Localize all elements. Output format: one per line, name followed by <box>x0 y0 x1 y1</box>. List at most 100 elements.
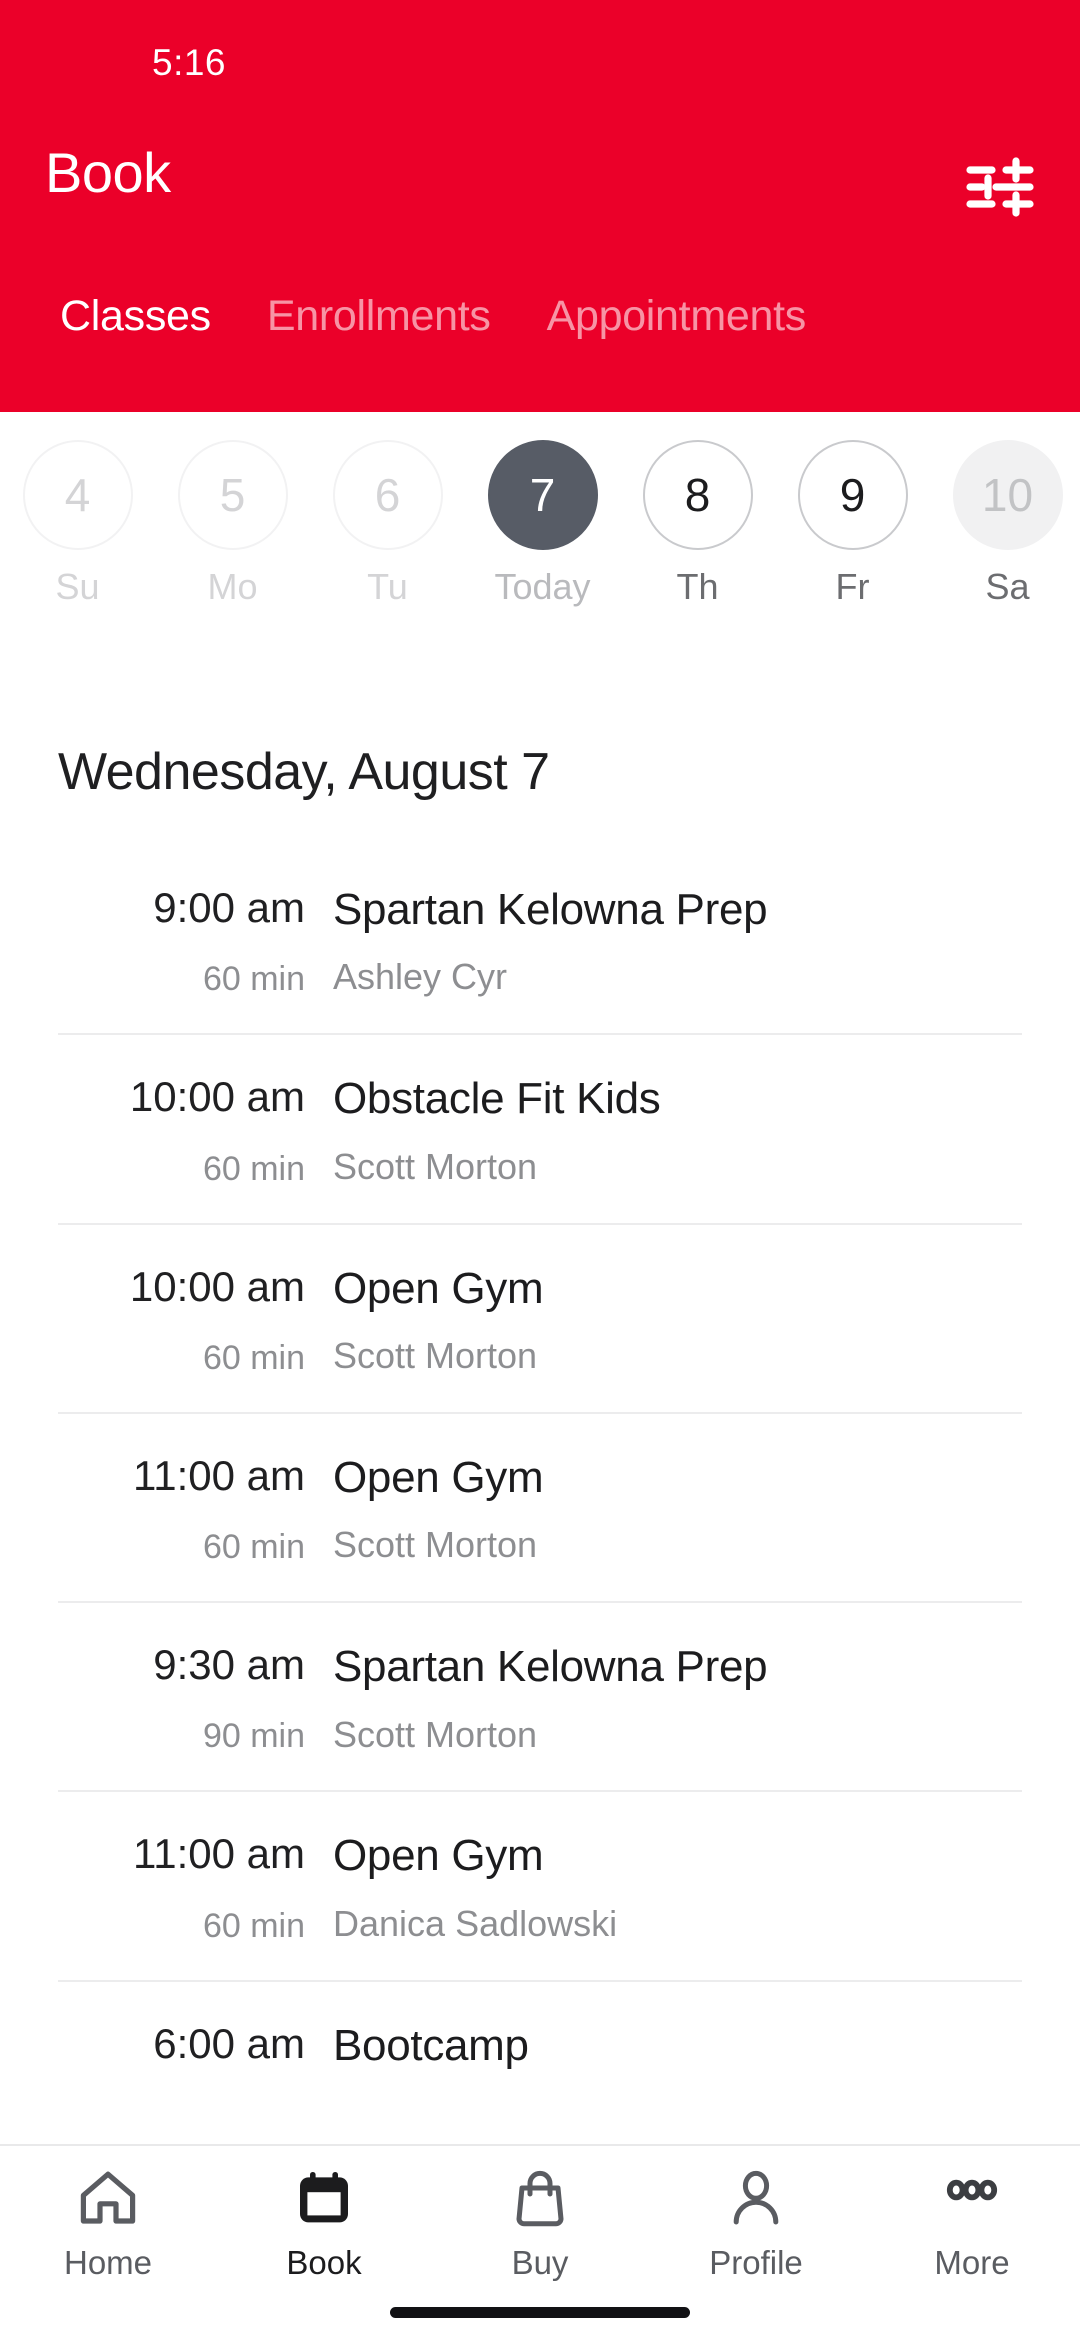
class-duration: 60 min <box>202 1528 305 1567</box>
class-info-block: Open Gym Scott Morton <box>333 1263 1022 1377</box>
class-instructor: Scott Morton <box>333 1524 538 1566</box>
tab-classes[interactable]: Classes <box>32 292 239 341</box>
nav-item-book[interactable]: Book <box>216 2166 432 2282</box>
class-duration: 60 min <box>202 1906 305 1945</box>
date-cell-5[interactable]: 5 Mo <box>155 440 310 608</box>
class-row[interactable]: 9:30 am 90 min Spartan Kelowna Prep Scot… <box>58 1603 1022 1793</box>
date-weekday: Th <box>676 566 719 607</box>
class-instructor: Scott Morton <box>333 1334 538 1376</box>
date-number: 8 <box>642 440 753 550</box>
nav-item-buy[interactable]: Buy <box>432 2166 648 2282</box>
date-weekday: Sa <box>985 566 1030 607</box>
class-time-block: 10:00 am 60 min <box>58 1263 333 1378</box>
date-number: 7 <box>487 440 598 550</box>
class-title: Spartan Kelowna Prep <box>333 885 768 934</box>
nav-label: Book <box>286 2244 362 2281</box>
nav-label: Home <box>63 2244 153 2281</box>
class-time: 11:00 am <box>133 1830 305 1878</box>
date-cell-10[interactable]: 10 Sa <box>930 440 1080 608</box>
page-title: Book <box>45 141 171 204</box>
date-number: 9 <box>797 440 908 550</box>
ellipsis-icon <box>941 2166 1003 2232</box>
class-instructor: Scott Morton <box>333 1145 538 1187</box>
app-header: 5:16 Book Classes Enrollments Appointmen… <box>0 0 1080 412</box>
status-bar: 5:16 <box>0 0 1080 118</box>
sliders-filter-icon <box>966 157 1034 217</box>
class-time-block: 10:00 am 60 min <box>58 1073 333 1188</box>
class-time: 9:00 am <box>153 884 305 931</box>
class-row[interactable]: 6:00 am Bootcamp <box>58 1982 1022 2130</box>
class-title: Open Gym <box>333 1452 544 1502</box>
class-duration: 60 min <box>202 1149 305 1188</box>
person-icon <box>725 2166 787 2232</box>
class-instructor: Scott Morton <box>333 1713 538 1755</box>
class-time: 11:00 am <box>133 1451 305 1499</box>
tab-appointments[interactable]: Appointments <box>519 292 834 341</box>
class-info-block: Spartan Kelowna Prep Scott Morton <box>333 1641 1022 1755</box>
app-bar: Book <box>0 118 1080 268</box>
class-title: Spartan Kelowna Prep <box>333 1642 768 1692</box>
class-info-block: Open Gym Scott Morton <box>333 1452 1022 1566</box>
nav-label: More <box>934 2244 1010 2281</box>
home-indicator <box>390 2307 690 2318</box>
date-weekday: Mo <box>207 566 258 607</box>
date-weekday: Today <box>494 566 591 607</box>
class-duration: 60 min <box>202 1338 305 1377</box>
class-time: 10:00 am <box>129 1262 305 1310</box>
class-row[interactable]: 10:00 am 60 min Open Gym Scott Morton <box>58 1225 1022 1414</box>
class-row[interactable]: 10:00 am 60 min Obstacle Fit Kids Scott … <box>58 1035 1022 1225</box>
tab-enrollments[interactable]: Enrollments <box>239 292 519 341</box>
calendar-icon <box>293 2166 355 2232</box>
status-bar-clock: 5:16 <box>152 42 227 83</box>
class-duration: 60 min <box>202 960 305 999</box>
class-row[interactable]: 11:00 am 60 min Open Gym Danica Sadlowsk… <box>58 1792 1022 1982</box>
class-info-block: Bootcamp <box>333 2020 1022 2092</box>
class-instructor: Ashley Cyr <box>333 956 508 998</box>
class-info-block: Obstacle Fit Kids Scott Morton <box>333 1073 1022 1187</box>
nav-item-profile[interactable]: Profile <box>648 2166 864 2282</box>
class-duration: 90 min <box>202 1717 305 1756</box>
class-title: Open Gym <box>333 1263 544 1313</box>
date-weekday: Fr <box>835 566 870 607</box>
class-time-block: 11:00 am 60 min <box>58 1452 333 1567</box>
class-title: Obstacle Fit Kids <box>333 1074 661 1124</box>
class-row[interactable]: 11:00 am 60 min Open Gym Scott Morton <box>58 1414 1022 1604</box>
shopping-bag-icon <box>509 2166 571 2232</box>
filter-button[interactable] <box>964 156 1036 218</box>
class-title: Bootcamp <box>333 2020 529 2070</box>
class-time: 10:00 am <box>129 1073 305 1121</box>
date-cell-6[interactable]: 6 Tu <box>310 440 465 608</box>
date-cell-9[interactable]: 9 Fr <box>775 440 930 608</box>
date-number: 10 <box>952 440 1063 550</box>
class-row[interactable]: 9:00 am 60 min Spartan Kelowna Prep Ashl… <box>58 846 1022 1036</box>
date-number: 4 <box>22 440 133 550</box>
date-weekday: Su <box>55 566 100 607</box>
date-picker-strip[interactable]: 4 Su 5 Mo 6 Tu 7 Today 8 Th 9 Fr 10 Sa <box>0 412 1080 662</box>
class-list[interactable]: 9:00 am 60 min Spartan Kelowna Prep Ashl… <box>0 846 1080 2144</box>
nav-item-home[interactable]: Home <box>0 2166 216 2282</box>
date-number: 5 <box>177 440 288 550</box>
date-number: 6 <box>332 440 443 550</box>
app-screen: 5:16 Book Classes Enrollments Appointmen… <box>0 0 1080 2340</box>
date-cell-4[interactable]: 4 Su <box>0 440 155 608</box>
tab-bar: Classes Enrollments Appointments <box>0 270 1080 412</box>
class-instructor: Danica Sadlowski <box>333 1902 618 1944</box>
selected-date-heading: Wednesday, August 7 <box>58 743 550 801</box>
class-title: Open Gym <box>333 1831 544 1881</box>
class-time: 9:30 am <box>153 1641 305 1689</box>
date-weekday: Tu <box>367 566 408 607</box>
class-time-block: 11:00 am 60 min <box>58 1830 333 1945</box>
nav-label: Profile <box>709 2244 803 2281</box>
nav-label: Buy <box>511 2244 569 2281</box>
date-cell-7-selected[interactable]: 7 Today <box>465 440 620 608</box>
class-info-block: Open Gym Danica Sadlowski <box>333 1830 1022 1944</box>
bottom-navigation: Home Book Buy Profile More <box>0 2144 1080 2340</box>
class-time-block: 6:00 am <box>58 2020 333 2096</box>
class-time-block: 9:00 am 60 min <box>58 884 333 999</box>
nav-item-more[interactable]: More <box>864 2166 1080 2282</box>
date-cell-8[interactable]: 8 Th <box>620 440 775 608</box>
class-time: 6:00 am <box>153 2019 305 2067</box>
home-icon <box>77 2166 139 2232</box>
class-info-block: Spartan Kelowna Prep Ashley Cyr <box>333 884 1022 998</box>
class-time-block: 9:30 am 90 min <box>58 1641 333 1756</box>
